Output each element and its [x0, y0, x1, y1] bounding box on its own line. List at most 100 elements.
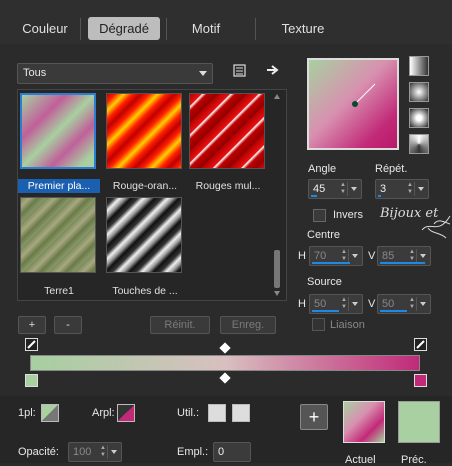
- use-background-swatch[interactable]: [232, 404, 250, 422]
- source-v-slider[interactable]: [380, 310, 407, 312]
- link-checkbox[interactable]: [312, 318, 325, 331]
- tab-texture[interactable]: Texture: [266, 17, 340, 40]
- foreground-swatch[interactable]: [41, 404, 59, 422]
- previous-label: Préc.: [401, 454, 427, 466]
- angle-value: 45: [313, 183, 326, 195]
- thumb-touches-de[interactable]: [106, 197, 182, 273]
- rectangular-style-button[interactable]: [409, 82, 429, 102]
- add-gradient-button[interactable]: +: [18, 316, 46, 334]
- thumb-label: Rouges mul...: [195, 180, 261, 192]
- repeat-slider[interactable]: [378, 195, 381, 197]
- chevron-down-icon[interactable]: [416, 249, 428, 263]
- thumb-premier-plan[interactable]: [20, 93, 96, 169]
- sunburst-style-button[interactable]: [409, 134, 429, 154]
- center-v-label: V: [368, 250, 376, 262]
- up-down-icon[interactable]: ▲ ▼: [340, 249, 348, 263]
- flourish-icon: [421, 215, 451, 239]
- previous-swatch[interactable]: [398, 401, 440, 443]
- tab-separator: [166, 18, 167, 40]
- source-h-value: 50: [314, 298, 327, 310]
- add-to-presets-button[interactable]: +: [300, 404, 328, 430]
- source-v-label: V: [368, 298, 376, 310]
- chevron-down-icon[interactable]: [348, 297, 360, 311]
- opacity-value: 100: [73, 446, 92, 458]
- center-v-input[interactable]: 85 ▲ ▼: [377, 246, 431, 266]
- remove-gradient-button[interactable]: -: [54, 316, 82, 334]
- angle-input[interactable]: 45 ▲ ▼: [308, 179, 362, 199]
- invert-label: Invers: [333, 209, 363, 221]
- source-h-input[interactable]: 50 ▲ ▼: [309, 294, 363, 314]
- thumb-terre1[interactable]: [20, 197, 96, 273]
- up-down-icon[interactable]: ▲ ▼: [406, 182, 414, 196]
- source-v-value: 50: [382, 298, 395, 310]
- opacity-midpoint[interactable]: [219, 342, 231, 354]
- center-label: Centre: [307, 229, 341, 241]
- repeat-label: Répét.: [375, 163, 408, 175]
- thumb-rouges-multiples[interactable]: [189, 93, 265, 169]
- center-h-label: H: [298, 250, 306, 262]
- invert-checkbox[interactable]: [313, 209, 326, 222]
- source-v-input[interactable]: 50 ▲ ▼: [377, 294, 431, 314]
- up-down-icon[interactable]: ▲ ▼: [408, 249, 416, 263]
- location-label: Empl.:: [177, 446, 209, 458]
- foreground-label: 1pl:: [18, 407, 36, 419]
- chevron-down-icon[interactable]: [107, 445, 119, 459]
- tab-separator: [255, 18, 256, 40]
- thumb-label: Rouge-oran...: [112, 180, 178, 192]
- opacity-input[interactable]: 100 ▲ ▼: [68, 442, 122, 462]
- scrollbar-thumb[interactable]: [274, 250, 280, 288]
- repeat-value: 3: [380, 183, 387, 195]
- tab-couleur[interactable]: Couleur: [12, 17, 78, 40]
- location-value: 0: [218, 446, 225, 458]
- category-select[interactable]: Tous: [17, 63, 213, 84]
- thumb-label: Touches de ...: [112, 285, 178, 297]
- category-select-value: Tous: [23, 67, 47, 79]
- chevron-down-icon[interactable]: [347, 182, 359, 196]
- save-button[interactable]: Enreg.: [220, 316, 276, 334]
- color-midpoint[interactable]: [219, 372, 231, 384]
- tab-separator: [80, 18, 81, 40]
- linear-style-button[interactable]: [409, 56, 429, 76]
- center-h-slider[interactable]: [312, 262, 350, 264]
- location-input[interactable]: 0: [213, 442, 251, 462]
- current-label: Actuel: [345, 454, 376, 466]
- up-down-icon[interactable]: ▲ ▼: [408, 297, 416, 311]
- center-v-slider[interactable]: [380, 262, 425, 264]
- source-h-label: H: [298, 298, 306, 310]
- color-stop-left[interactable]: [25, 374, 38, 387]
- chevron-down-icon: [199, 71, 207, 76]
- opacity-stop-left[interactable]: [25, 338, 38, 351]
- background-swatch[interactable]: [117, 404, 135, 422]
- use-label: Util.:: [177, 407, 199, 419]
- gradient-bar[interactable]: [30, 355, 420, 371]
- library-icon[interactable]: [231, 64, 247, 80]
- up-down-icon[interactable]: ▲ ▼: [99, 445, 107, 459]
- thumb-label: Terre1: [44, 285, 74, 297]
- opacity-stop-right[interactable]: [414, 338, 427, 351]
- current-swatch[interactable]: [343, 401, 385, 443]
- opacity-label: Opacité:: [18, 446, 59, 458]
- tab-degrade[interactable]: Dégradé: [88, 17, 160, 40]
- up-down-icon[interactable]: ▲ ▼: [339, 182, 347, 196]
- link-label: Liaison: [330, 319, 365, 331]
- up-down-icon[interactable]: ▲ ▼: [340, 297, 348, 311]
- chevron-down-icon[interactable]: [414, 182, 426, 196]
- background-label: Arpl:: [92, 407, 115, 419]
- color-stop-right[interactable]: [414, 374, 427, 387]
- repeat-input[interactable]: 3 ▲ ▼: [375, 179, 429, 199]
- center-h-input[interactable]: 70 ▲ ▼: [309, 246, 363, 266]
- source-label: Source: [307, 276, 342, 288]
- tab-bar: Couleur Dégradé Motif Texture: [0, 0, 452, 44]
- arrow-right-icon[interactable]: [265, 64, 281, 80]
- angle-slider[interactable]: [311, 195, 317, 197]
- radial-style-button[interactable]: [409, 108, 429, 128]
- thumb-rouge-orange[interactable]: [106, 93, 182, 169]
- chevron-down-icon[interactable]: [348, 249, 360, 263]
- chevron-down-icon[interactable]: [416, 297, 428, 311]
- gradient-preview[interactable]: [307, 58, 399, 150]
- center-v-value: 85: [382, 250, 395, 262]
- source-h-slider[interactable]: [312, 310, 339, 312]
- tab-motif[interactable]: Motif: [174, 17, 238, 40]
- reset-button[interactable]: Réinit.: [150, 316, 210, 334]
- use-foreground-swatch[interactable]: [208, 404, 226, 422]
